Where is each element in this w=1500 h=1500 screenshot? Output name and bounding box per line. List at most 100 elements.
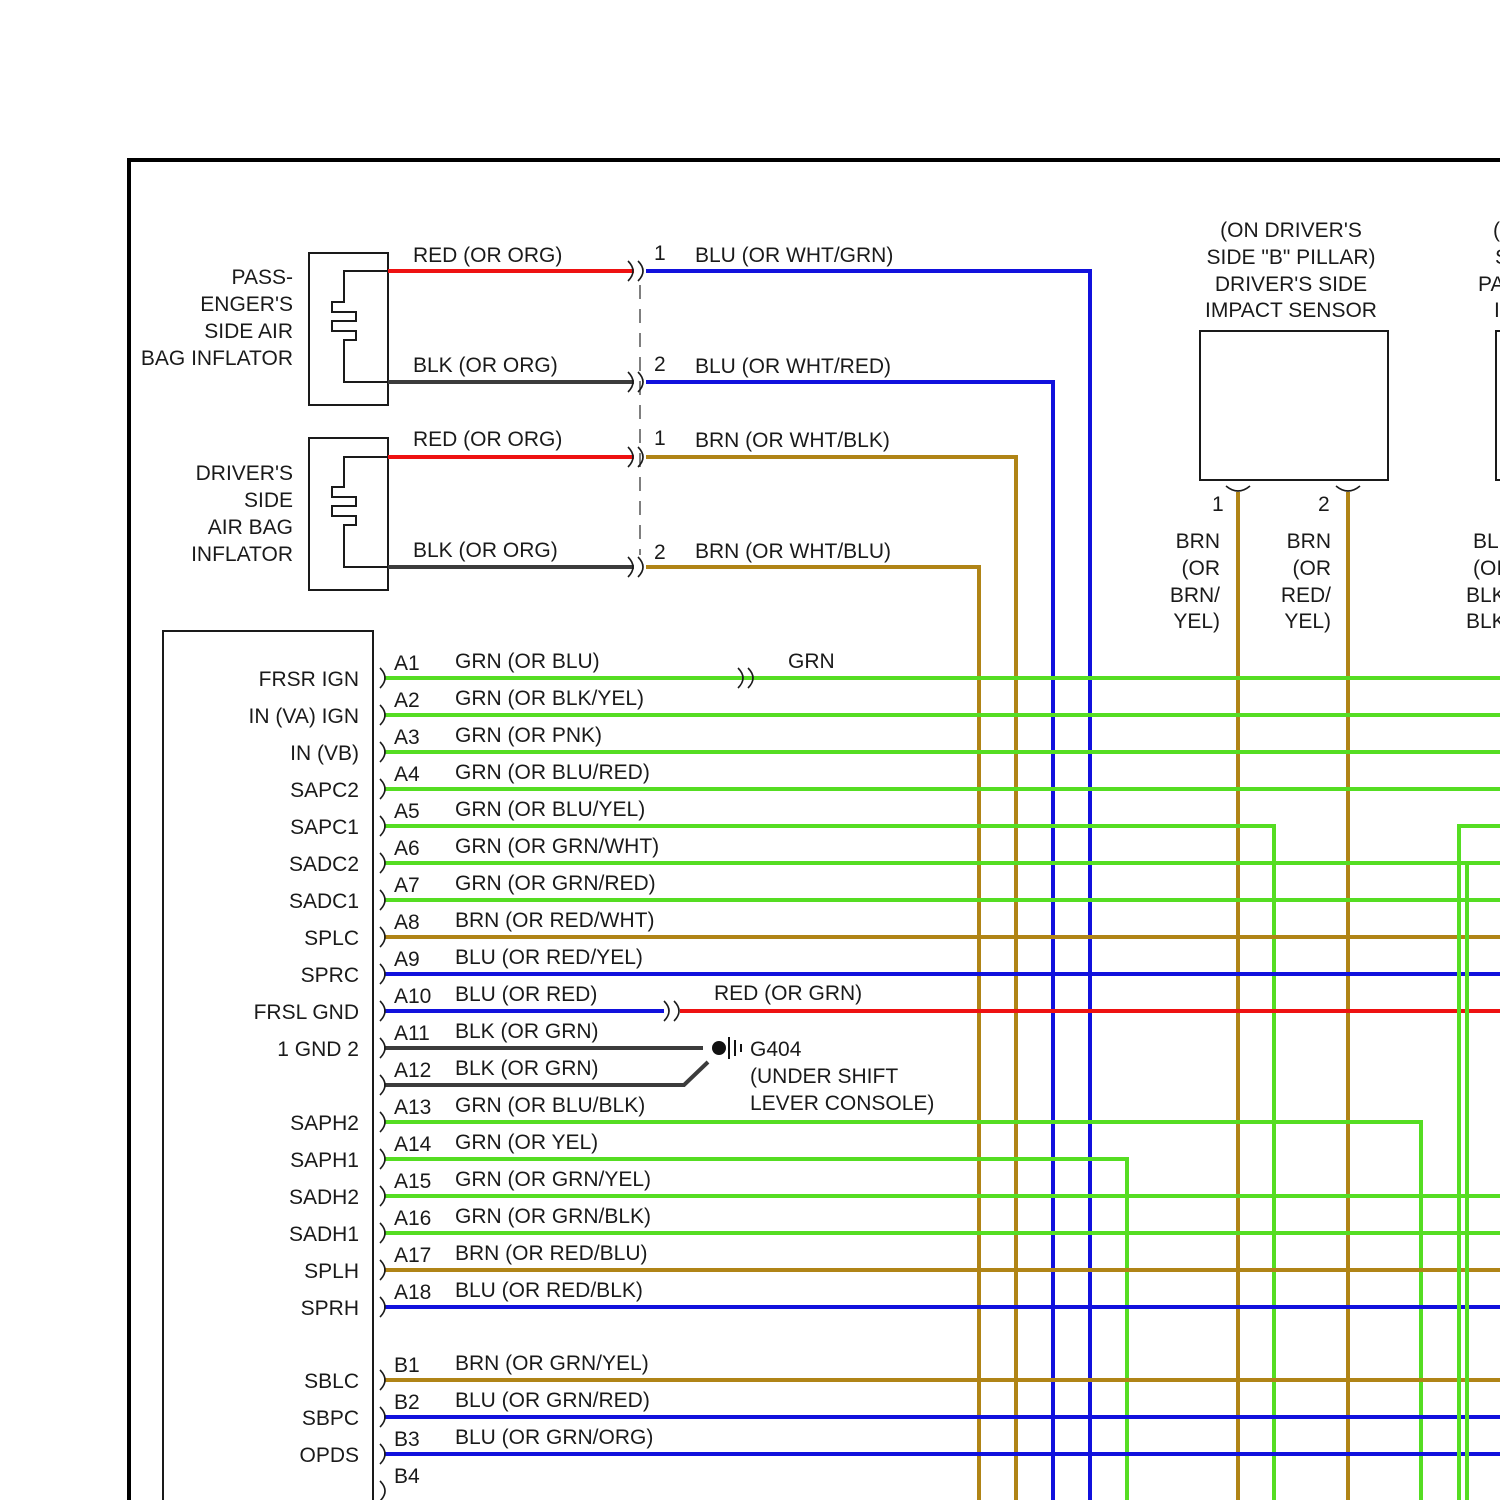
wire-label-a4: GRN (OR BLU/RED): [455, 761, 650, 784]
driver-inflator-label-4: INFLATOR: [191, 543, 293, 566]
passenger-out-2-label: BLU (OR WHT/RED): [695, 355, 891, 378]
pin-connector-a4: [379, 778, 386, 800]
pin-name-a1: FRSR IGN: [259, 668, 359, 691]
right-cutoff-wire-1: BL: [1473, 530, 1499, 553]
a1-extension-label: GRN: [788, 650, 835, 673]
pin-number-a18: A18: [394, 1281, 431, 1304]
pin-connector-a16: [379, 1222, 386, 1244]
wire-label-a12: BLK (OR GRN): [455, 1057, 599, 1080]
pin-name-a13: SAPH2: [290, 1112, 359, 1135]
pin-connector-a12: [379, 1074, 386, 1096]
passenger-inflator-label-3: SIDE AIR: [204, 320, 293, 343]
ground-junction-dot: [712, 1041, 726, 1055]
pin-name-a18: SPRH: [301, 1297, 359, 1320]
right-cutoff-box: [1495, 330, 1500, 481]
pin-number-a10: A10: [394, 985, 431, 1008]
impact-pin2-wire-3: RED/: [1281, 584, 1331, 607]
impact-sensor-box: [1199, 330, 1389, 481]
pin-connector-a9: [379, 963, 386, 985]
pin-number-a15: A15: [394, 1170, 431, 1193]
right-cutoff-label-4: I: [1494, 299, 1500, 322]
wire-label-b2: BLU (OR GRN/RED): [455, 1389, 650, 1412]
driver-wire-1-label: RED (OR ORG): [413, 428, 562, 451]
pin-number-a6: A6: [394, 837, 420, 860]
pin-number-b1: B1: [394, 1354, 420, 1377]
impact-sensor-label-1: (ON DRIVER'S: [1220, 219, 1362, 242]
pin-name-a6: SADC2: [289, 853, 359, 876]
pin-number-b2: B2: [394, 1391, 420, 1414]
pin-connector-a10: [379, 1000, 386, 1022]
right-cutoff-wire-3: BLK: [1466, 584, 1500, 607]
pin-number-a7: A7: [394, 874, 420, 897]
driver-inflator-out-2: [646, 565, 981, 1500]
pin-name-a11: 1 GND 2: [277, 1038, 359, 1061]
pin-connector-a6: [379, 852, 386, 874]
pin-name-a10: FRSL GND: [254, 1001, 359, 1024]
pin-name-a2: IN (VA) IGN: [249, 705, 359, 728]
wire-label-a9: BLU (OR RED/YEL): [455, 946, 643, 969]
pin-connector-a7: [379, 889, 386, 911]
impact-sensor-connector-2: [1335, 485, 1361, 492]
pin-name-a4: SAPC2: [290, 779, 359, 802]
right-cutoff-label-2: S: [1495, 246, 1500, 269]
pin-name-a5: SAPC1: [290, 816, 359, 839]
right-cutoff-wire-green-2: [1465, 861, 1500, 1500]
right-cutoff-label-1: (: [1493, 219, 1500, 242]
wire-label-a3: GRN (OR PNK): [455, 724, 602, 747]
pin-number-a2: A2: [394, 689, 420, 712]
passenger-inflator: PASS- ENGER'S SIDE AIR BAG INFLATOR: [141, 252, 389, 406]
passenger-pin-1: 1: [654, 242, 666, 265]
driver-out-2-label: BRN (OR WHT/BLU): [695, 540, 891, 563]
pin-number-a11: A11: [394, 1022, 430, 1045]
pin-number-a9: A9: [394, 948, 420, 971]
a10-extension-label: RED (OR GRN): [714, 982, 862, 1005]
driver-inflator-label-2: SIDE: [244, 489, 293, 512]
pin-connector-a11: [379, 1037, 386, 1059]
passenger-wire-1-label: RED (OR ORG): [413, 244, 562, 267]
wire-label-a18: BLU (OR RED/BLK): [455, 1279, 643, 1302]
pin-connector-b3: [379, 1443, 386, 1465]
pin-number-a4: A4: [394, 763, 420, 786]
driver-out-1-label: BRN (OR WHT/BLK): [695, 429, 890, 452]
pin-number-a1: A1: [394, 652, 420, 675]
wiring-diagram: PASS- ENGER'S SIDE AIR BAG INFLATOR DRIV…: [127, 158, 1500, 1500]
passenger-inflator-element: [331, 270, 388, 383]
driver-inflator-out-1: [646, 455, 1018, 1500]
impact-sensor-pin-1: 1: [1212, 493, 1224, 516]
impact-sensor-label-4: IMPACT SENSOR: [1205, 299, 1377, 322]
wire-label-a1: GRN (OR BLU): [455, 650, 600, 673]
driver-inflator-label-3: AIR BAG: [208, 516, 293, 539]
pin-name-a9: SPRC: [301, 964, 359, 987]
pin-connector-a5: [379, 815, 386, 837]
wire-label-a8: BRN (OR RED/WHT): [455, 909, 654, 932]
wire-label-a7: GRN (OR GRN/RED): [455, 872, 656, 895]
module-pin-connectors: [379, 667, 386, 1500]
pin-name-b2: SBPC: [302, 1407, 359, 1430]
pin-name-a7: SADC1: [289, 890, 359, 913]
pin-name-a8: SPLC: [304, 927, 359, 950]
passenger-out-1-label: BLU (OR WHT/GRN): [695, 244, 893, 267]
wire-label-b1: BRN (OR GRN/YEL): [455, 1352, 649, 1375]
impact-pin1-wire-1: BRN: [1176, 530, 1220, 553]
pin-connector-b1: [379, 1369, 386, 1391]
wire-label-b3: BLU (OR GRN/ORG): [455, 1426, 653, 1449]
pin-number-a13: A13: [394, 1096, 431, 1119]
passenger-inflator-label-2: ENGER'S: [200, 293, 293, 316]
module-pin-labels: FRSR IGN A1 GRN (OR BLU) IN (VA) IGN A2 GRN (…: [249, 650, 660, 1488]
pin-number-a8: A8: [394, 911, 420, 934]
pin-number-a3: A3: [394, 726, 420, 749]
impact-pin1-wire-3: BRN/: [1170, 584, 1220, 607]
pin-name-a3: IN (VB): [290, 742, 359, 765]
pin-number-a16: A16: [394, 1207, 431, 1230]
pin-number-b3: B3: [394, 1428, 420, 1451]
impact-pin1-wire-4: YEL): [1173, 610, 1220, 633]
pin-connector-a14: [379, 1148, 386, 1170]
driver-pin-2: 2: [654, 541, 666, 564]
pin-name-b3: OPDS: [299, 1444, 359, 1467]
wire-label-a2: GRN (OR BLK/YEL): [455, 687, 644, 710]
impact-pin2-wire-1: BRN: [1287, 530, 1331, 553]
impact-pin2-wire-4: YEL): [1284, 610, 1331, 633]
wire-label-a10: BLU (OR RED): [455, 983, 597, 1006]
wire-label-a13: GRN (OR BLU/BLK): [455, 1094, 645, 1117]
right-cutoff-component: ( S PA I BL (OI BLK BLK: [1466, 219, 1500, 633]
